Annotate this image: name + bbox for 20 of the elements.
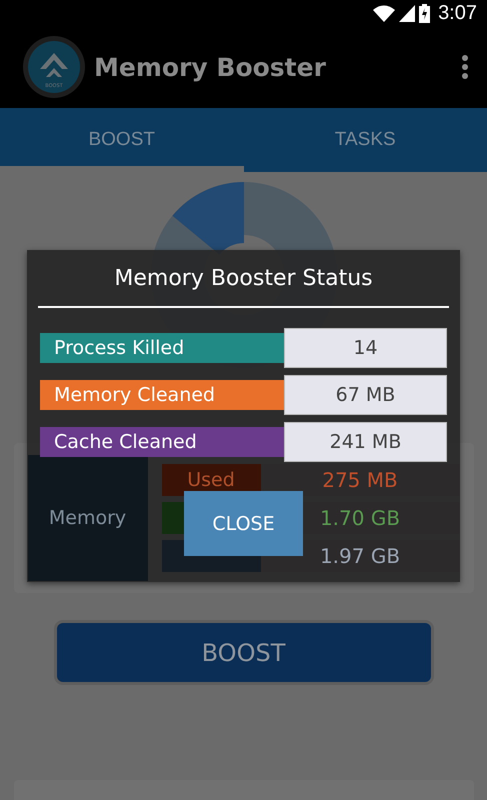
app-title: Memory Booster <box>94 52 327 82</box>
tab[interactable]: BOOST <box>0 108 244 172</box>
clock-time: 3:07 <box>438 2 477 24</box>
wifi-icon <box>373 4 396 22</box>
close-button[interactable]: CLOSE <box>184 491 303 556</box>
overflow-menu-icon[interactable] <box>461 55 469 79</box>
stat-label: Cache Cleaned <box>40 427 284 457</box>
boost-button[interactable]: BOOST <box>56 623 430 682</box>
stat-value: 14 <box>284 328 447 368</box>
memory-label: Memory <box>28 455 148 581</box>
dialog-title: Memory Booster Status <box>113 265 374 293</box>
stat-label: Process Killed <box>40 333 284 363</box>
battery-icon <box>419 4 430 22</box>
row-value: 1.97 GB <box>318 544 402 568</box>
stat-value: 241 MB <box>284 422 447 462</box>
stat-value: 67 MB <box>284 375 447 415</box>
tab[interactable]: TASKS <box>244 108 487 172</box>
row-value: 275 MB <box>321 468 399 492</box>
signal-icon <box>399 4 416 22</box>
stat-label: Memory Cleaned <box>40 380 284 410</box>
